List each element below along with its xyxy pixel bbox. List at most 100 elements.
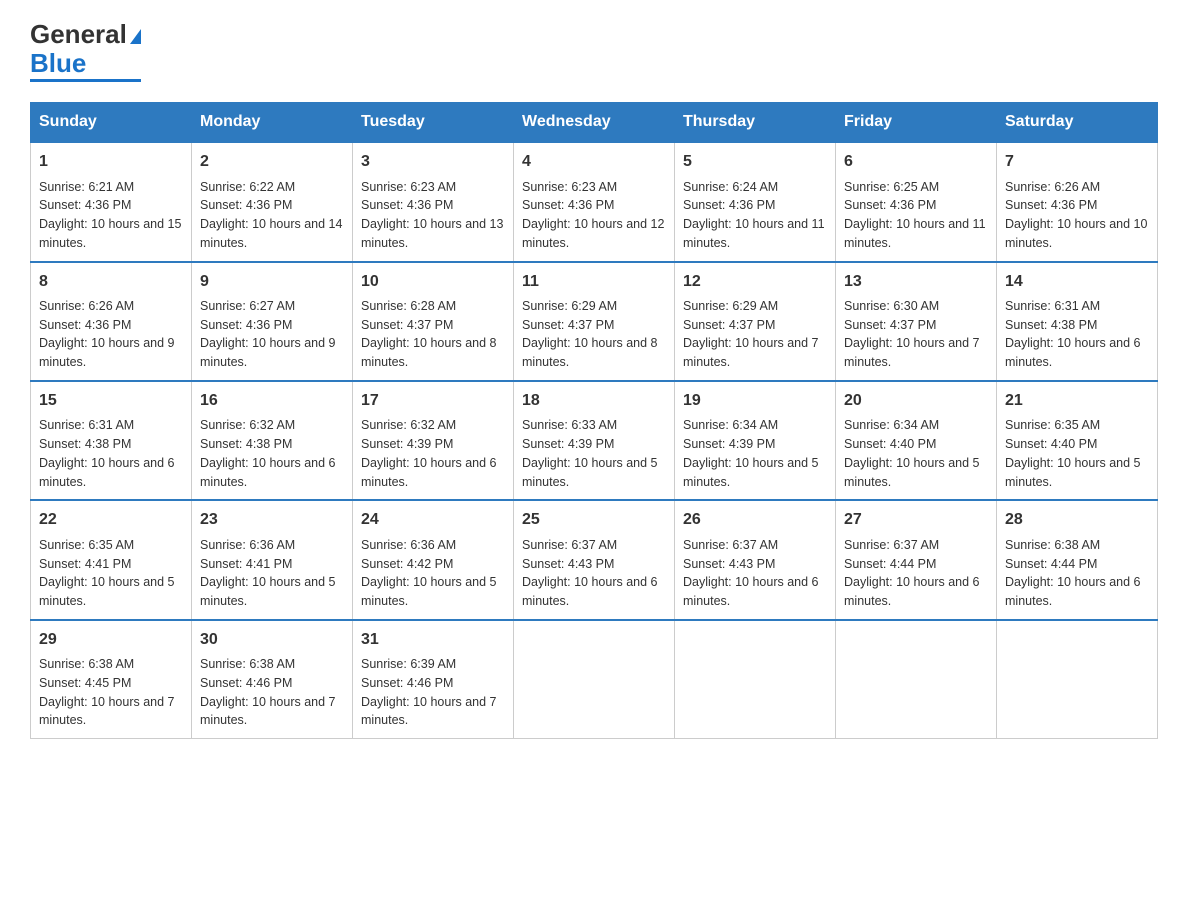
calendar-cell: 16 Sunrise: 6:32 AM Sunset: 4:38 PM Dayl…	[192, 381, 353, 500]
header-thursday: Thursday	[675, 103, 836, 143]
calendar-cell: 9 Sunrise: 6:27 AM Sunset: 4:36 PM Dayli…	[192, 262, 353, 381]
calendar-week-row: 29 Sunrise: 6:38 AM Sunset: 4:45 PM Dayl…	[31, 620, 1158, 739]
day-number: 8	[39, 271, 183, 293]
day-number: 9	[200, 271, 344, 293]
day-info: Sunrise: 6:31 AM Sunset: 4:38 PM Dayligh…	[39, 416, 183, 491]
header-sunday: Sunday	[31, 103, 192, 143]
calendar-week-row: 22 Sunrise: 6:35 AM Sunset: 4:41 PM Dayl…	[31, 500, 1158, 619]
day-info: Sunrise: 6:37 AM Sunset: 4:43 PM Dayligh…	[522, 536, 666, 611]
day-number: 2	[200, 151, 344, 173]
day-info: Sunrise: 6:23 AM Sunset: 4:36 PM Dayligh…	[522, 178, 666, 253]
day-info: Sunrise: 6:26 AM Sunset: 4:36 PM Dayligh…	[1005, 178, 1149, 253]
calendar-cell: 29 Sunrise: 6:38 AM Sunset: 4:45 PM Dayl…	[31, 620, 192, 739]
calendar-cell: 28 Sunrise: 6:38 AM Sunset: 4:44 PM Dayl…	[997, 500, 1158, 619]
day-number: 10	[361, 271, 505, 293]
calendar-cell: 31 Sunrise: 6:39 AM Sunset: 4:46 PM Dayl…	[353, 620, 514, 739]
calendar-cell: 7 Sunrise: 6:26 AM Sunset: 4:36 PM Dayli…	[997, 142, 1158, 261]
day-number: 15	[39, 390, 183, 412]
calendar-cell: 20 Sunrise: 6:34 AM Sunset: 4:40 PM Dayl…	[836, 381, 997, 500]
day-info: Sunrise: 6:34 AM Sunset: 4:39 PM Dayligh…	[683, 416, 827, 491]
logo-text: General Blue	[30, 20, 141, 77]
day-info: Sunrise: 6:30 AM Sunset: 4:37 PM Dayligh…	[844, 297, 988, 372]
calendar-cell: 25 Sunrise: 6:37 AM Sunset: 4:43 PM Dayl…	[514, 500, 675, 619]
calendar-cell: 26 Sunrise: 6:37 AM Sunset: 4:43 PM Dayl…	[675, 500, 836, 619]
calendar-cell	[514, 620, 675, 739]
day-info: Sunrise: 6:38 AM Sunset: 4:46 PM Dayligh…	[200, 655, 344, 730]
header-saturday: Saturday	[997, 103, 1158, 143]
day-number: 4	[522, 151, 666, 173]
calendar-cell: 19 Sunrise: 6:34 AM Sunset: 4:39 PM Dayl…	[675, 381, 836, 500]
logo: General Blue	[30, 20, 141, 82]
day-number: 30	[200, 629, 344, 651]
day-info: Sunrise: 6:29 AM Sunset: 4:37 PM Dayligh…	[522, 297, 666, 372]
calendar-cell: 5 Sunrise: 6:24 AM Sunset: 4:36 PM Dayli…	[675, 142, 836, 261]
day-number: 26	[683, 509, 827, 531]
day-info: Sunrise: 6:26 AM Sunset: 4:36 PM Dayligh…	[39, 297, 183, 372]
day-info: Sunrise: 6:23 AM Sunset: 4:36 PM Dayligh…	[361, 178, 505, 253]
calendar-week-row: 1 Sunrise: 6:21 AM Sunset: 4:36 PM Dayli…	[31, 142, 1158, 261]
day-info: Sunrise: 6:37 AM Sunset: 4:43 PM Dayligh…	[683, 536, 827, 611]
header-friday: Friday	[836, 103, 997, 143]
day-number: 22	[39, 509, 183, 531]
header-wednesday: Wednesday	[514, 103, 675, 143]
calendar-header-row: SundayMondayTuesdayWednesdayThursdayFrid…	[31, 103, 1158, 143]
calendar-cell: 30 Sunrise: 6:38 AM Sunset: 4:46 PM Dayl…	[192, 620, 353, 739]
day-number: 20	[844, 390, 988, 412]
calendar-cell: 23 Sunrise: 6:36 AM Sunset: 4:41 PM Dayl…	[192, 500, 353, 619]
day-number: 5	[683, 151, 827, 173]
calendar-cell: 14 Sunrise: 6:31 AM Sunset: 4:38 PM Dayl…	[997, 262, 1158, 381]
header-tuesday: Tuesday	[353, 103, 514, 143]
day-number: 1	[39, 151, 183, 173]
logo-blue: Blue	[30, 48, 86, 78]
day-number: 6	[844, 151, 988, 173]
day-info: Sunrise: 6:38 AM Sunset: 4:45 PM Dayligh…	[39, 655, 183, 730]
day-number: 14	[1005, 271, 1149, 293]
day-info: Sunrise: 6:39 AM Sunset: 4:46 PM Dayligh…	[361, 655, 505, 730]
day-info: Sunrise: 6:21 AM Sunset: 4:36 PM Dayligh…	[39, 178, 183, 253]
calendar-cell: 12 Sunrise: 6:29 AM Sunset: 4:37 PM Dayl…	[675, 262, 836, 381]
day-info: Sunrise: 6:36 AM Sunset: 4:41 PM Dayligh…	[200, 536, 344, 611]
calendar-cell: 18 Sunrise: 6:33 AM Sunset: 4:39 PM Dayl…	[514, 381, 675, 500]
day-info: Sunrise: 6:25 AM Sunset: 4:36 PM Dayligh…	[844, 178, 988, 253]
calendar-cell: 22 Sunrise: 6:35 AM Sunset: 4:41 PM Dayl…	[31, 500, 192, 619]
day-info: Sunrise: 6:24 AM Sunset: 4:36 PM Dayligh…	[683, 178, 827, 253]
day-number: 23	[200, 509, 344, 531]
day-number: 24	[361, 509, 505, 531]
day-number: 16	[200, 390, 344, 412]
header-monday: Monday	[192, 103, 353, 143]
day-info: Sunrise: 6:31 AM Sunset: 4:38 PM Dayligh…	[1005, 297, 1149, 372]
day-number: 7	[1005, 151, 1149, 173]
calendar-cell: 8 Sunrise: 6:26 AM Sunset: 4:36 PM Dayli…	[31, 262, 192, 381]
calendar-cell: 1 Sunrise: 6:21 AM Sunset: 4:36 PM Dayli…	[31, 142, 192, 261]
day-number: 17	[361, 390, 505, 412]
calendar-cell	[997, 620, 1158, 739]
page-header: General Blue	[30, 20, 1158, 82]
day-info: Sunrise: 6:28 AM Sunset: 4:37 PM Dayligh…	[361, 297, 505, 372]
day-info: Sunrise: 6:35 AM Sunset: 4:41 PM Dayligh…	[39, 536, 183, 611]
day-number: 28	[1005, 509, 1149, 531]
calendar-cell: 3 Sunrise: 6:23 AM Sunset: 4:36 PM Dayli…	[353, 142, 514, 261]
day-info: Sunrise: 6:34 AM Sunset: 4:40 PM Dayligh…	[844, 416, 988, 491]
day-info: Sunrise: 6:32 AM Sunset: 4:38 PM Dayligh…	[200, 416, 344, 491]
calendar-cell: 24 Sunrise: 6:36 AM Sunset: 4:42 PM Dayl…	[353, 500, 514, 619]
day-info: Sunrise: 6:35 AM Sunset: 4:40 PM Dayligh…	[1005, 416, 1149, 491]
calendar-cell: 4 Sunrise: 6:23 AM Sunset: 4:36 PM Dayli…	[514, 142, 675, 261]
calendar-cell	[836, 620, 997, 739]
day-info: Sunrise: 6:29 AM Sunset: 4:37 PM Dayligh…	[683, 297, 827, 372]
calendar-table: SundayMondayTuesdayWednesdayThursdayFrid…	[30, 102, 1158, 739]
calendar-cell: 17 Sunrise: 6:32 AM Sunset: 4:39 PM Dayl…	[353, 381, 514, 500]
calendar-week-row: 8 Sunrise: 6:26 AM Sunset: 4:36 PM Dayli…	[31, 262, 1158, 381]
day-number: 3	[361, 151, 505, 173]
day-number: 18	[522, 390, 666, 412]
calendar-cell: 11 Sunrise: 6:29 AM Sunset: 4:37 PM Dayl…	[514, 262, 675, 381]
day-number: 12	[683, 271, 827, 293]
day-number: 21	[1005, 390, 1149, 412]
calendar-cell: 10 Sunrise: 6:28 AM Sunset: 4:37 PM Dayl…	[353, 262, 514, 381]
calendar-cell: 6 Sunrise: 6:25 AM Sunset: 4:36 PM Dayli…	[836, 142, 997, 261]
day-info: Sunrise: 6:37 AM Sunset: 4:44 PM Dayligh…	[844, 536, 988, 611]
day-number: 19	[683, 390, 827, 412]
day-info: Sunrise: 6:36 AM Sunset: 4:42 PM Dayligh…	[361, 536, 505, 611]
day-info: Sunrise: 6:27 AM Sunset: 4:36 PM Dayligh…	[200, 297, 344, 372]
calendar-cell: 2 Sunrise: 6:22 AM Sunset: 4:36 PM Dayli…	[192, 142, 353, 261]
day-info: Sunrise: 6:22 AM Sunset: 4:36 PM Dayligh…	[200, 178, 344, 253]
